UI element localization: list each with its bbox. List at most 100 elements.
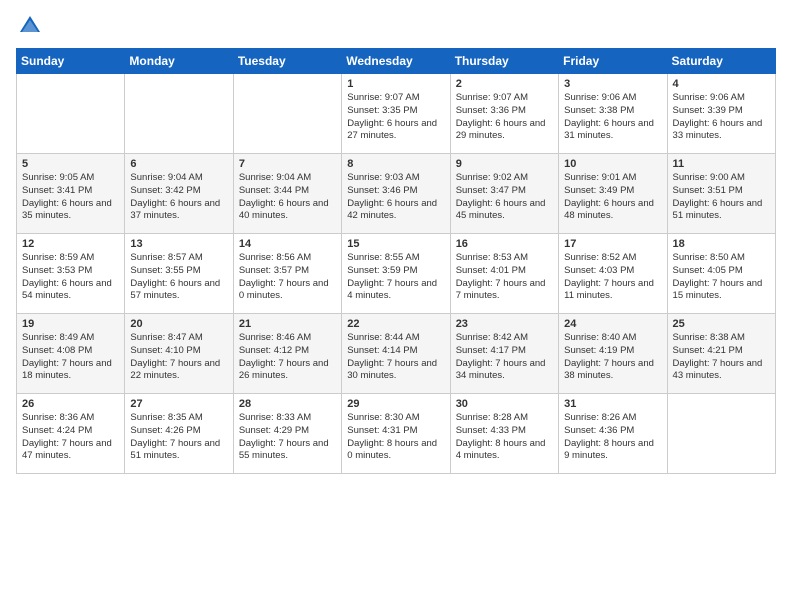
day-of-week-monday: Monday [125, 49, 233, 74]
day-number: 26 [22, 398, 119, 410]
day-number: 23 [456, 318, 553, 330]
day-info: Sunrise: 9:05 AM Sunset: 3:41 PM Dayligh… [22, 172, 119, 223]
days-of-week-row: SundayMondayTuesdayWednesdayThursdayFrid… [17, 49, 776, 74]
day-info: Sunrise: 8:44 AM Sunset: 4:14 PM Dayligh… [347, 332, 444, 383]
day-info: Sunrise: 8:26 AM Sunset: 4:36 PM Dayligh… [564, 412, 661, 463]
day-info: Sunrise: 8:59 AM Sunset: 3:53 PM Dayligh… [22, 252, 119, 303]
day-info: Sunrise: 9:06 AM Sunset: 3:38 PM Dayligh… [564, 92, 661, 143]
day-info: Sunrise: 8:50 AM Sunset: 4:05 PM Dayligh… [673, 252, 770, 303]
day-cell: 21 Sunrise: 8:46 AM Sunset: 4:12 PM Dayli… [233, 314, 341, 394]
day-info: Sunrise: 8:46 AM Sunset: 4:12 PM Dayligh… [239, 332, 336, 383]
day-number: 25 [673, 318, 770, 330]
day-cell: 12Sunrise: 8:59 AM Sunset: 3:53 PM Dayli… [17, 234, 125, 314]
day-number: 10 [564, 158, 661, 170]
day-cell: 4Sunrise: 9:06 AM Sunset: 3:39 PM Daylig… [667, 74, 775, 154]
day-info: Sunrise: 8:52 AM Sunset: 4:03 PM Dayligh… [564, 252, 661, 303]
week-row-2: 5 Sunrise: 9:05 AM Sunset: 3:41 PM Daylig… [17, 154, 776, 234]
day-number: 29 [347, 398, 444, 410]
day-cell: 16Sunrise: 8:53 AM Sunset: 4:01 PM Dayli… [450, 234, 558, 314]
day-cell: 14 Sunrise: 8:56 AM Sunset: 3:57 PM Dayli… [233, 234, 341, 314]
week-row-5: 26 Sunrise: 8:36 AM Sunset: 4:24 PM Dayli… [17, 394, 776, 474]
day-cell [233, 74, 341, 154]
day-cell: 26 Sunrise: 8:36 AM Sunset: 4:24 PM Dayli… [17, 394, 125, 474]
day-number: 22 [347, 318, 444, 330]
calendar-header: SundayMondayTuesdayWednesdayThursdayFrid… [17, 49, 776, 74]
week-row-3: 12Sunrise: 8:59 AM Sunset: 3:53 PM Dayli… [17, 234, 776, 314]
day-number: 17 [564, 238, 661, 250]
day-info: Sunrise: 8:28 AM Sunset: 4:33 PM Dayligh… [456, 412, 553, 463]
day-number: 18 [673, 238, 770, 250]
day-info: Sunrise: 8:35 AM Sunset: 4:26 PM Dayligh… [130, 412, 227, 463]
header [16, 12, 776, 40]
day-info: Sunrise: 8:36 AM Sunset: 4:24 PM Dayligh… [22, 412, 119, 463]
day-cell: 30Sunrise: 8:28 AM Sunset: 4:33 PM Dayli… [450, 394, 558, 474]
day-number: 19 [22, 318, 119, 330]
day-info: Sunrise: 9:00 AM Sunset: 3:51 PM Dayligh… [673, 172, 770, 223]
day-cell: 9 Sunrise: 9:02 AM Sunset: 3:47 PM Daylig… [450, 154, 558, 234]
day-cell: 27 Sunrise: 8:35 AM Sunset: 4:26 PM Dayli… [125, 394, 233, 474]
day-number: 7 [239, 158, 336, 170]
day-number: 8 [347, 158, 444, 170]
day-cell: 17 Sunrise: 8:52 AM Sunset: 4:03 PM Dayli… [559, 234, 667, 314]
day-cell: 23 Sunrise: 8:42 AM Sunset: 4:17 PM Dayli… [450, 314, 558, 394]
day-number: 3 [564, 78, 661, 90]
day-of-week-tuesday: Tuesday [233, 49, 341, 74]
day-info: Sunrise: 9:02 AM Sunset: 3:47 PM Dayligh… [456, 172, 553, 223]
day-of-week-sunday: Sunday [17, 49, 125, 74]
day-info: Sunrise: 9:07 AM Sunset: 3:35 PM Dayligh… [347, 92, 444, 143]
day-number: 21 [239, 318, 336, 330]
day-number: 27 [130, 398, 227, 410]
day-cell: 20Sunrise: 8:47 AM Sunset: 4:10 PM Dayli… [125, 314, 233, 394]
day-number: 15 [347, 238, 444, 250]
page-container: SundayMondayTuesdayWednesdayThursdayFrid… [0, 0, 792, 482]
day-info: Sunrise: 9:03 AM Sunset: 3:46 PM Dayligh… [347, 172, 444, 223]
day-cell: 15Sunrise: 8:55 AM Sunset: 3:59 PM Dayli… [342, 234, 450, 314]
day-number: 5 [22, 158, 119, 170]
day-number: 9 [456, 158, 553, 170]
day-cell: 31 Sunrise: 8:26 AM Sunset: 4:36 PM Dayli… [559, 394, 667, 474]
day-cell: 25Sunrise: 8:38 AM Sunset: 4:21 PM Dayli… [667, 314, 775, 394]
day-number: 20 [130, 318, 227, 330]
day-cell: 8 Sunrise: 9:03 AM Sunset: 3:46 PM Daylig… [342, 154, 450, 234]
day-cell: 29 Sunrise: 8:30 AM Sunset: 4:31 PM Dayli… [342, 394, 450, 474]
day-cell: 22 Sunrise: 8:44 AM Sunset: 4:14 PM Dayli… [342, 314, 450, 394]
day-cell: 2 Sunrise: 9:07 AM Sunset: 3:36 PM Daylig… [450, 74, 558, 154]
day-cell: 3 Sunrise: 9:06 AM Sunset: 3:38 PM Daylig… [559, 74, 667, 154]
day-number: 24 [564, 318, 661, 330]
calendar-body: 1 Sunrise: 9:07 AM Sunset: 3:35 PM Daylig… [17, 74, 776, 474]
day-cell: 11 Sunrise: 9:00 AM Sunset: 3:51 PM Dayli… [667, 154, 775, 234]
day-cell: 7 Sunrise: 9:04 AM Sunset: 3:44 PM Daylig… [233, 154, 341, 234]
day-number: 2 [456, 78, 553, 90]
day-cell: 5 Sunrise: 9:05 AM Sunset: 3:41 PM Daylig… [17, 154, 125, 234]
day-info: Sunrise: 8:53 AM Sunset: 4:01 PM Dayligh… [456, 252, 553, 303]
day-info: Sunrise: 8:40 AM Sunset: 4:19 PM Dayligh… [564, 332, 661, 383]
day-of-week-thursday: Thursday [450, 49, 558, 74]
day-of-week-saturday: Saturday [667, 49, 775, 74]
calendar-table: SundayMondayTuesdayWednesdayThursdayFrid… [16, 48, 776, 474]
day-number: 31 [564, 398, 661, 410]
day-cell: 24 Sunrise: 8:40 AM Sunset: 4:19 PM Dayli… [559, 314, 667, 394]
day-info: Sunrise: 8:57 AM Sunset: 3:55 PM Dayligh… [130, 252, 227, 303]
day-number: 6 [130, 158, 227, 170]
day-info: Sunrise: 8:42 AM Sunset: 4:17 PM Dayligh… [456, 332, 553, 383]
day-number: 1 [347, 78, 444, 90]
logo [16, 12, 48, 40]
day-info: Sunrise: 8:30 AM Sunset: 4:31 PM Dayligh… [347, 412, 444, 463]
day-info: Sunrise: 9:01 AM Sunset: 3:49 PM Dayligh… [564, 172, 661, 223]
day-cell [125, 74, 233, 154]
day-cell: 18 Sunrise: 8:50 AM Sunset: 4:05 PM Dayli… [667, 234, 775, 314]
day-info: Sunrise: 8:56 AM Sunset: 3:57 PM Dayligh… [239, 252, 336, 303]
day-info: Sunrise: 8:49 AM Sunset: 4:08 PM Dayligh… [22, 332, 119, 383]
day-info: Sunrise: 9:07 AM Sunset: 3:36 PM Dayligh… [456, 92, 553, 143]
logo-icon [16, 12, 44, 40]
day-number: 14 [239, 238, 336, 250]
day-cell: 1 Sunrise: 9:07 AM Sunset: 3:35 PM Daylig… [342, 74, 450, 154]
day-number: 11 [673, 158, 770, 170]
day-info: Sunrise: 9:04 AM Sunset: 3:42 PM Dayligh… [130, 172, 227, 223]
day-cell: 19 Sunrise: 8:49 AM Sunset: 4:08 PM Dayli… [17, 314, 125, 394]
day-cell: 6 Sunrise: 9:04 AM Sunset: 3:42 PM Daylig… [125, 154, 233, 234]
day-info: Sunrise: 8:33 AM Sunset: 4:29 PM Dayligh… [239, 412, 336, 463]
day-number: 4 [673, 78, 770, 90]
day-cell [667, 394, 775, 474]
day-info: Sunrise: 9:04 AM Sunset: 3:44 PM Dayligh… [239, 172, 336, 223]
